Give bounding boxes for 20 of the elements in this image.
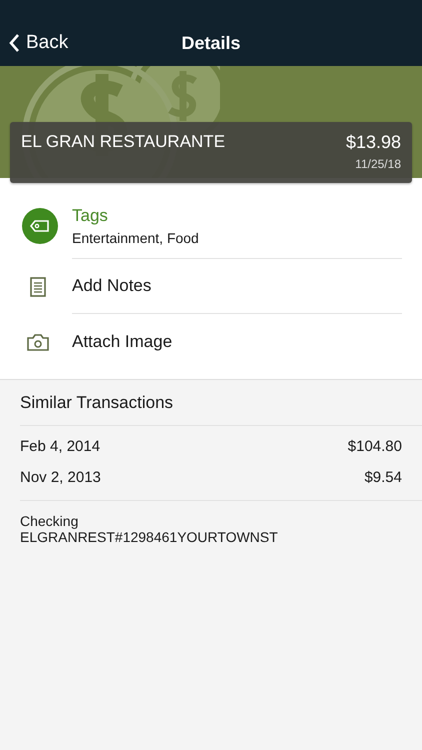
section-title: Similar Transactions — [20, 392, 174, 412]
back-button[interactable]: Back — [0, 32, 68, 54]
action-link[interactable]: Add Notes — [72, 276, 402, 296]
transaction-amount: $104.80 — [348, 438, 402, 455]
tag-list: Entertainment, Food — [72, 230, 402, 246]
account-name: Checking — [20, 513, 80, 529]
transaction-amount: $13.98 — [346, 132, 401, 153]
transaction-date: Nov 2, 2013 — [20, 469, 101, 486]
action-link[interactable]: Attach Image — [72, 332, 402, 352]
transaction-date: Feb 4, 2014 — [20, 438, 100, 455]
merchant-name: EL GRAN RESTAURANTE — [21, 132, 226, 153]
screen-title: Details — [181, 33, 241, 54]
tag-icon — [22, 208, 58, 244]
account-description: ELGRANREST#1298461YOURTOWNST — [20, 529, 279, 545]
chevron-left-icon — [8, 33, 20, 53]
document-icon — [30, 276, 46, 296]
camera-icon — [27, 332, 49, 350]
transaction-date: 11/25/18 — [355, 157, 401, 171]
tags-link[interactable]: Tags — [72, 206, 402, 226]
transaction-amount: $9.54 — [364, 469, 402, 486]
